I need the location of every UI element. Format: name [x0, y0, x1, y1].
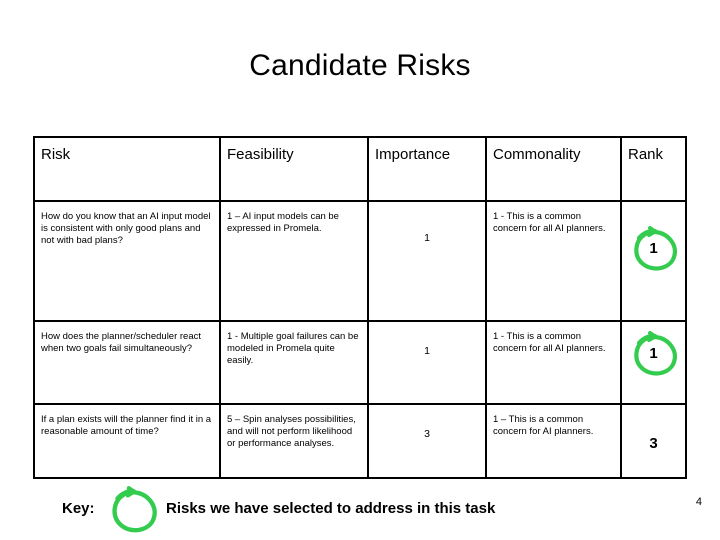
- importance-value: 3: [424, 428, 430, 440]
- cell-commonality: 1 - This is a common concern for all AI …: [485, 200, 622, 322]
- candidate-risks-table: Risk Feasibility Importance Commonality …: [33, 136, 687, 479]
- legend-key-description: Risks we have selected to address in thi…: [166, 500, 496, 517]
- feasibility-description: 5 – Spin analyses possibilities, and wil…: [227, 414, 356, 449]
- cell-commonality: 1 – This is a common concern for AI plan…: [485, 403, 622, 479]
- legend-key: Key: Risks we have selected to address i…: [0, 486, 720, 533]
- column-header-importance-label: Importance: [375, 146, 451, 163]
- cell-risk: How does the planner/scheduler react whe…: [33, 320, 221, 405]
- legend-key-label: Key:: [62, 500, 95, 517]
- cell-feasibility: 5 – Spin analyses possibilities, and wil…: [219, 403, 369, 479]
- green-lasso-circle-icon: [112, 486, 157, 533]
- cell-importance: 3: [367, 403, 487, 479]
- column-header-rank-label: Rank: [628, 146, 664, 163]
- table-row: If a plan exists will the planner find i…: [33, 403, 687, 479]
- commonality-description: 1 – This is a common concern for AI plan…: [493, 414, 594, 437]
- importance-value: 1: [424, 345, 430, 357]
- cell-rank: 1: [620, 320, 687, 405]
- rank-value: 3: [649, 435, 658, 452]
- risk-description: If a plan exists will the planner find i…: [41, 414, 212, 437]
- column-header-feasibility: Feasibility: [219, 136, 369, 202]
- importance-value: 1: [424, 232, 430, 244]
- cell-commonality: 1 - This is a common concern for all AI …: [485, 320, 622, 405]
- cell-feasibility: 1 - Multiple goal failures can be modele…: [219, 320, 369, 405]
- column-header-importance: Importance: [367, 136, 487, 202]
- column-header-commonality: Commonality: [485, 136, 622, 202]
- rank-value: 1: [649, 345, 658, 362]
- commonality-description: 1 - This is a common concern for all AI …: [493, 211, 606, 234]
- column-header-feasibility-label: Feasibility: [227, 146, 294, 163]
- page-number: 4: [695, 496, 702, 508]
- cell-risk: How do you know that an AI input model i…: [33, 200, 221, 322]
- cell-rank: 1: [620, 200, 687, 322]
- cell-importance: 1: [367, 320, 487, 405]
- table-header-row: Risk Feasibility Importance Commonality …: [33, 136, 687, 202]
- cell-rank: 3: [620, 403, 687, 479]
- feasibility-description: 1 - Multiple goal failures can be modele…: [227, 331, 359, 366]
- table-row: How do you know that an AI input model i…: [33, 200, 687, 322]
- rank-value: 1: [649, 240, 658, 257]
- feasibility-description: 1 – AI input models can be expressed in …: [227, 211, 339, 234]
- page-title: Candidate Risks: [249, 49, 471, 82]
- risk-description: How do you know that an AI input model i…: [41, 211, 211, 246]
- cell-importance: 1: [367, 200, 487, 322]
- column-header-commonality-label: Commonality: [493, 146, 581, 163]
- cell-risk: If a plan exists will the planner find i…: [33, 403, 221, 479]
- risk-description: How does the planner/scheduler react whe…: [41, 331, 202, 354]
- cell-feasibility: 1 – AI input models can be expressed in …: [219, 200, 369, 322]
- column-header-risk: Risk: [33, 136, 221, 202]
- table-row: How does the planner/scheduler react whe…: [33, 320, 687, 405]
- commonality-description: 1 - This is a common concern for all AI …: [493, 331, 606, 354]
- column-header-rank: Rank: [620, 136, 687, 202]
- column-header-risk-label: Risk: [41, 146, 71, 163]
